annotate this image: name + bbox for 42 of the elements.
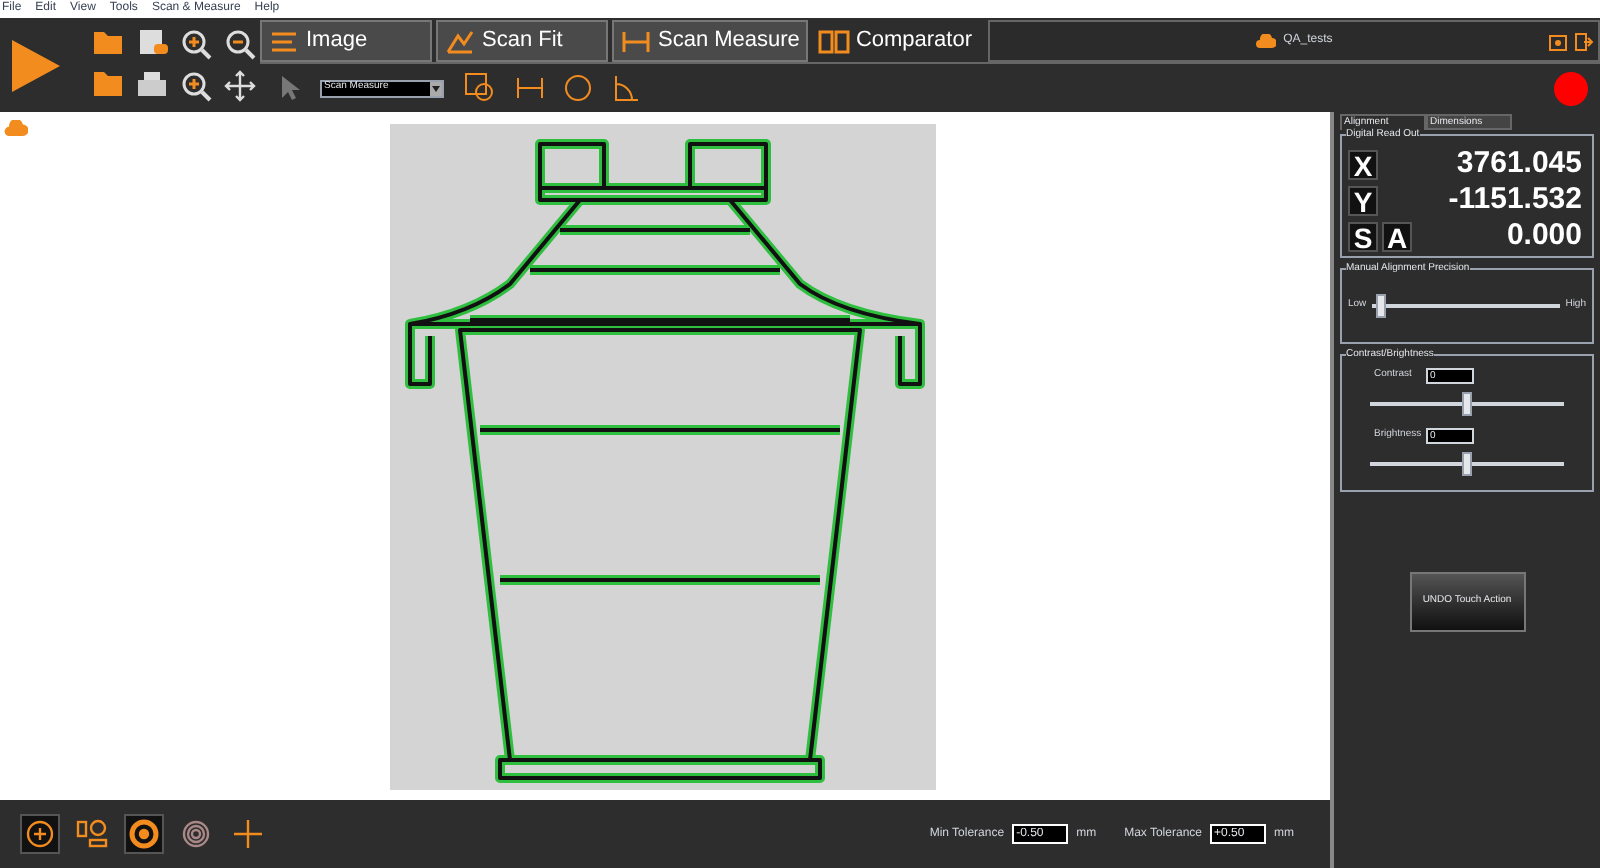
cloud-icon: [4, 120, 28, 136]
save-icon[interactable]: [136, 28, 168, 56]
compare-icon: [817, 25, 850, 57]
slider-thumb[interactable]: [1462, 392, 1472, 416]
tab[interactable]: Image: [260, 20, 432, 62]
readout-value: -1151.532: [1446, 184, 1584, 216]
axis-key[interactable]: Y: [1348, 185, 1378, 215]
shapes-icon: [76, 818, 108, 850]
tool-button[interactable]: [124, 814, 164, 854]
camera-icon[interactable]: [1548, 31, 1568, 51]
axis-key[interactable]: S: [1348, 221, 1378, 251]
pointer-icon[interactable]: [280, 74, 300, 102]
cloud-icon: [1255, 34, 1276, 48]
axis-key[interactable]: A: [1382, 221, 1412, 251]
plus-circle-icon: [24, 818, 56, 850]
tab[interactable]: Scan Measure: [612, 20, 808, 62]
zoom-out-icon[interactable]: [224, 28, 256, 60]
axis-key[interactable]: X: [1348, 149, 1378, 179]
angle-icon[interactable]: [612, 74, 640, 102]
folders-icon[interactable]: [92, 70, 124, 98]
exit-icon[interactable]: [1574, 31, 1594, 51]
caret-icon: [430, 81, 442, 95]
camera-target-icon[interactable]: [464, 72, 496, 104]
play-icon[interactable]: [8, 35, 64, 95]
distance-icon[interactable]: [516, 76, 544, 100]
slider-thumb[interactable]: [1375, 294, 1386, 318]
folder-icon[interactable]: [92, 28, 124, 56]
tool-button[interactable]: [20, 814, 60, 854]
print-icon[interactable]: [136, 70, 168, 98]
crosshair-icon: [232, 818, 264, 850]
readout-value: 0.000: [1504, 220, 1584, 252]
rings-icon: [180, 818, 212, 850]
circle-icon[interactable]: [564, 74, 592, 102]
target-icon: [128, 818, 160, 850]
record-indicator[interactable]: [1554, 71, 1588, 105]
readout-value: 3761.045: [1454, 148, 1584, 180]
zoom-in-icon[interactable]: [180, 28, 212, 60]
tool-button[interactable]: [228, 814, 268, 854]
zoom-fit-icon[interactable]: [180, 70, 212, 102]
move-icon[interactable]: [224, 70, 256, 102]
tab[interactable]: Scan Fit: [436, 20, 608, 62]
slider-thumb[interactable]: [1462, 452, 1472, 476]
